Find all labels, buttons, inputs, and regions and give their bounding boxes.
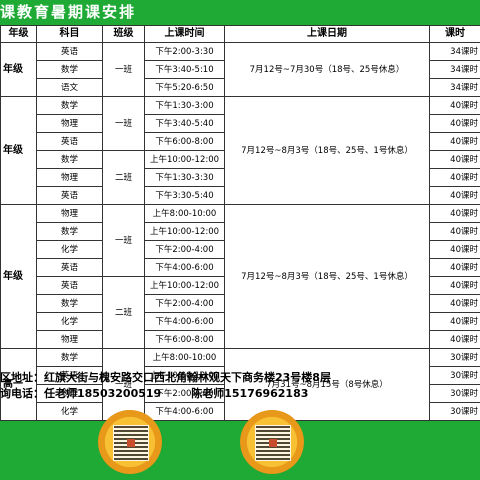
subject-cell: 语文 [36, 78, 103, 97]
hours-cell: 40课时 [429, 240, 480, 259]
class-cell: 一班 [102, 96, 145, 151]
hours-cell: 34课时 [429, 78, 480, 97]
hours-cell: 34课时 [429, 60, 480, 79]
header-grade: 年级 [0, 25, 37, 43]
subject-cell: 数学 [36, 150, 103, 169]
page-title: 课教育暑期课安排 [0, 0, 480, 24]
hours-cell: 30课时 [429, 402, 480, 421]
subject-cell: 数学 [36, 96, 103, 115]
subject-cell: 化学 [36, 240, 103, 259]
time-cell: 上午8:00-10:00 [144, 204, 225, 223]
header-time: 上课时间 [144, 25, 225, 43]
table-row: 年级 数学 一班 下午1:30-3:00 7月12号~8月3号（18号、25号、1号休息… [0, 96, 480, 205]
time-cell: 下午6:00-8:00 [144, 330, 225, 349]
grade-cell: 年级 [0, 42, 37, 97]
subject-cell: 物理 [36, 330, 103, 349]
date-cell: 7月12号~7月30号（18号、25号休息） [224, 42, 430, 97]
phone-contact-1: 任老师18503200519 [44, 387, 162, 400]
time-cell: 下午2:00-4:00 [144, 294, 225, 313]
subject-cell: 数学 [36, 60, 103, 79]
hours-cell: 40课时 [429, 276, 480, 295]
time-cell: 下午3:30-5:40 [144, 186, 225, 205]
qr-code-1 [98, 410, 162, 474]
subject-cell: 英语 [36, 42, 103, 61]
hours-cell: 40课时 [429, 96, 480, 115]
subject-cell: 数学 [36, 348, 103, 367]
phone-line: 询电话：任老师18503200519 陈老师15176962183 [0, 386, 480, 402]
class-cell: 二班 [102, 150, 145, 205]
hours-cell: 40课时 [429, 132, 480, 151]
address-value: 红旗大街与槐安路交口西北角翰林观天下商务楼23号楼8层 [44, 371, 331, 384]
time-cell: 下午2:00-4:00 [144, 240, 225, 259]
table-header-row: 年级 科目 班级 上课时间 上课日期 课时 [0, 25, 480, 43]
subject-cell: 化学 [36, 402, 103, 421]
date-cell: 7月12号~8月3号（18号、25号、1号休息） [224, 204, 430, 349]
qr-code-icon [255, 425, 291, 461]
subject-cell: 英语 [36, 132, 103, 151]
subject-cell: 物理 [36, 168, 103, 187]
header-hours: 课时 [429, 25, 480, 43]
header-class: 班级 [102, 25, 145, 43]
time-cell: 下午1:30-3:00 [144, 96, 225, 115]
schedule-table: 年级 科目 班级 上课时间 上课日期 课时 年级 英语 一班 下午2:00-3:30 7… [0, 25, 480, 421]
grade-cell: 年级 [0, 96, 37, 205]
class-cell: 一班 [102, 42, 145, 97]
class-cell: 二班 [102, 276, 145, 349]
time-cell: 下午6:00-8:00 [144, 132, 225, 151]
time-cell: 上午10:00-12:00 [144, 276, 225, 295]
table-row: 年级 英语 一班 下午2:00-3:30 7月12号~7月30号（18号、25号休息） 3… [0, 42, 480, 97]
time-cell: 上午10:00-12:00 [144, 222, 225, 241]
table-row: 年级 物理 一班 上午8:00-10:00 7月12号~8月3号（18号、25号、1号休… [0, 204, 480, 349]
phone-contact-2: 陈老师15176962183 [191, 387, 309, 400]
header-date: 上课日期 [224, 25, 430, 43]
grade-cell: 年级 [0, 204, 37, 349]
subject-cell: 英语 [36, 186, 103, 205]
time-cell: 下午4:00-6:00 [144, 312, 225, 331]
address-line: 区地址：红旗大街与槐安路交口西北角翰林观天下商务楼23号楼8层 [0, 370, 480, 386]
phone-label: 询电话： [0, 387, 44, 400]
time-cell: 下午5:20-6:50 [144, 78, 225, 97]
time-cell: 下午3:40-5:40 [144, 114, 225, 133]
time-cell: 上午8:00-10:00 [144, 348, 225, 367]
subject-cell: 数学 [36, 222, 103, 241]
hours-cell: 40课时 [429, 222, 480, 241]
time-cell: 下午4:00-6:00 [144, 258, 225, 277]
subject-cell: 物理 [36, 114, 103, 133]
time-cell: 下午4:00-6:00 [144, 402, 225, 421]
hours-cell: 40课时 [429, 186, 480, 205]
address-label: 区地址： [0, 371, 44, 384]
qr-code-icon [113, 425, 149, 461]
hours-cell: 34课时 [429, 42, 480, 61]
subject-cell: 英语 [36, 258, 103, 277]
hours-cell: 40课时 [429, 114, 480, 133]
date-cell: 7月12号~8月3号（18号、25号、1号休息） [224, 96, 430, 205]
time-cell: 下午1:30-3:30 [144, 168, 225, 187]
subject-cell: 英语 [36, 276, 103, 295]
hours-cell: 40课时 [429, 168, 480, 187]
table-row: 高一 数学 一班 上午8:00-10:00 7月31号~8月15号（8号休息） 30课时 [0, 348, 480, 421]
subject-cell: 数学 [36, 294, 103, 313]
hours-cell: 40课时 [429, 294, 480, 313]
time-cell: 下午2:00-3:30 [144, 42, 225, 61]
hours-cell: 40课时 [429, 150, 480, 169]
time-cell: 上午10:00-12:00 [144, 150, 225, 169]
class-cell: 一班 [102, 204, 145, 277]
hours-cell: 40课时 [429, 330, 480, 349]
hours-cell: 40课时 [429, 312, 480, 331]
qr-code-2 [240, 410, 304, 474]
hours-cell: 40课时 [429, 204, 480, 223]
hours-cell: 40课时 [429, 258, 480, 277]
time-cell: 下午3:40-5:10 [144, 60, 225, 79]
header-subject: 科目 [36, 25, 103, 43]
subject-cell: 化学 [36, 312, 103, 331]
subject-cell: 物理 [36, 204, 103, 223]
schedule-body: 年级 英语 一班 下午2:00-3:30 7月12号~7月30号（18号、25号休息） 3… [0, 42, 480, 421]
hours-cell: 30课时 [429, 348, 480, 367]
